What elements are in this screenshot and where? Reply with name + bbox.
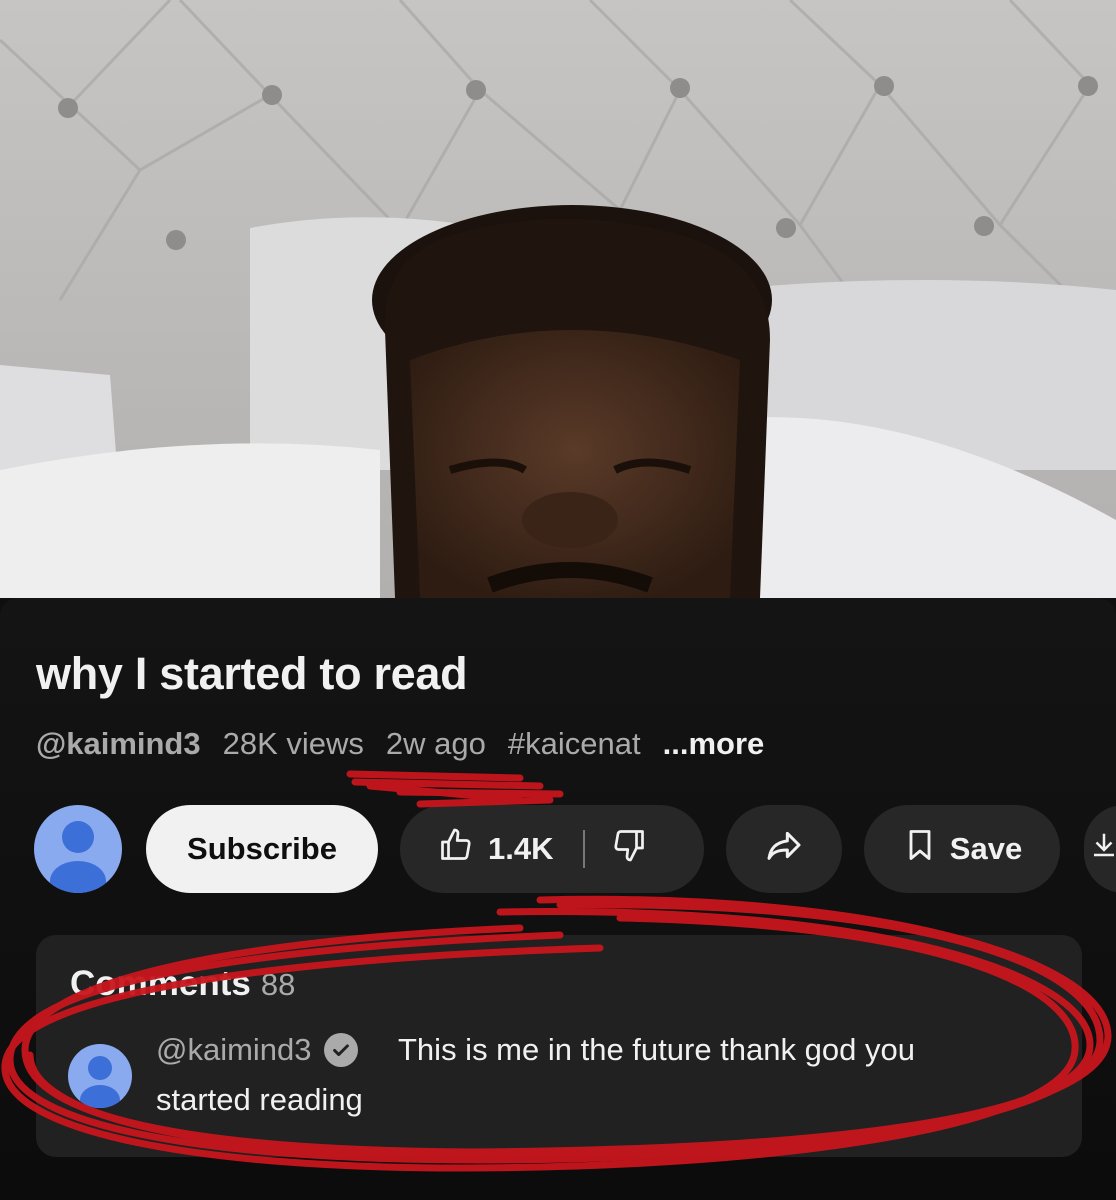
commenter-avatar-body: [80, 1085, 120, 1108]
download-icon: [1089, 827, 1116, 871]
video-player[interactable]: [0, 0, 1116, 598]
more-link[interactable]: ...more: [663, 726, 765, 762]
comment-text-line-2: started reading: [156, 1082, 363, 1117]
avatar-body-shape: [50, 861, 106, 893]
commenter-avatar[interactable]: [68, 1044, 132, 1108]
comments-heading: Comments 88: [70, 964, 295, 1004]
view-count: 28K views: [222, 726, 364, 761]
subscribe-button[interactable]: Subscribe: [146, 805, 378, 893]
comments-heading-label: Comments: [70, 964, 251, 1003]
like-divider: [583, 830, 586, 868]
bookmark-icon: [902, 826, 938, 872]
like-count[interactable]: 1.4K: [488, 831, 553, 867]
comment-author-handle[interactable]: @kaimind3: [156, 1032, 312, 1068]
video-title[interactable]: why I started to read: [36, 648, 468, 700]
like-dislike-group: 1.4K: [400, 805, 704, 893]
hashtag-link[interactable]: #kaicenat: [508, 726, 641, 762]
share-icon: [764, 825, 804, 873]
video-frame: [0, 0, 1116, 598]
save-button[interactable]: Save: [864, 805, 1060, 893]
comments-count: 88: [260, 967, 296, 1002]
thumbs-down-icon[interactable]: [611, 827, 647, 871]
upload-age: 2w ago: [385, 726, 486, 761]
avatar-head-shape: [62, 821, 94, 853]
thumbs-up-icon[interactable]: [438, 827, 474, 871]
share-button[interactable]: [726, 805, 842, 893]
comment-author[interactable]: @kaimind3: [156, 1032, 358, 1068]
comment-text-line-1: This is me in the future thank god you: [398, 1032, 915, 1067]
video-metadata[interactable]: @kaimind3 28K views 2w ago #kaicenat ...…: [36, 726, 764, 762]
commenter-avatar-head: [88, 1056, 112, 1080]
verified-check-icon: [323, 1033, 358, 1067]
channel-avatar[interactable]: [34, 805, 122, 893]
channel-handle[interactable]: @kaimind3: [36, 726, 201, 762]
save-label: Save: [949, 831, 1023, 866]
